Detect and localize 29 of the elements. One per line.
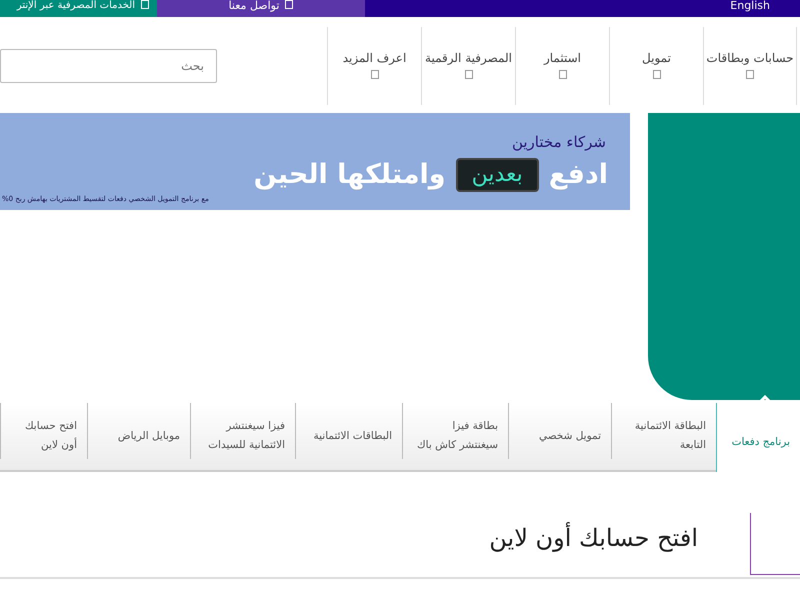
top-bar-link[interactable]: تواصل معنا [228,0,280,12]
nav-link[interactable]: تمويل [642,49,671,67]
tab[interactable]: برنامج دفعات [716,403,800,472]
square-icon [370,70,378,79]
tab[interactable]: تمويل شخصي [508,403,611,459]
tab[interactable]: موبايل الرياض [87,403,190,459]
language-link[interactable]: English [730,0,770,12]
square-icon [652,70,660,79]
tab[interactable]: بطاقة فيزا سيغنتشر كاش باك [402,403,508,459]
square-icon [558,70,566,79]
tab[interactable]: افتح حسابك أون لاين [0,403,87,459]
banner-headline: ادفع [548,158,608,190]
banner-tagline: شركاء مختارين [510,132,606,153]
led-display: بعدين [456,158,539,192]
section-title: افتح حسابك أون لاين [489,524,698,554]
nav-link[interactable]: اعرف المزيد [342,49,406,67]
nav-link[interactable]: استثمار [544,49,582,67]
nav-link[interactable]: المصرفية الرقمية [425,49,512,67]
square-icon [464,70,472,79]
tab[interactable]: فيزا سيغنتشر الائتمانية للسيدات [190,403,295,459]
square-icon [141,0,149,9]
nav-link[interactable]: حسابات وبطاقات [706,49,794,67]
square-icon [746,70,754,79]
tab[interactable]: البطاقة الائتمانية التابعة [611,403,716,459]
search-field[interactable]: بحث [0,49,217,83]
square-icon [285,0,294,9]
banner-headline: وامتلكها الحين [254,158,446,190]
accent-frame [750,513,800,575]
tab[interactable]: البطاقات الائتمانية [295,403,402,459]
